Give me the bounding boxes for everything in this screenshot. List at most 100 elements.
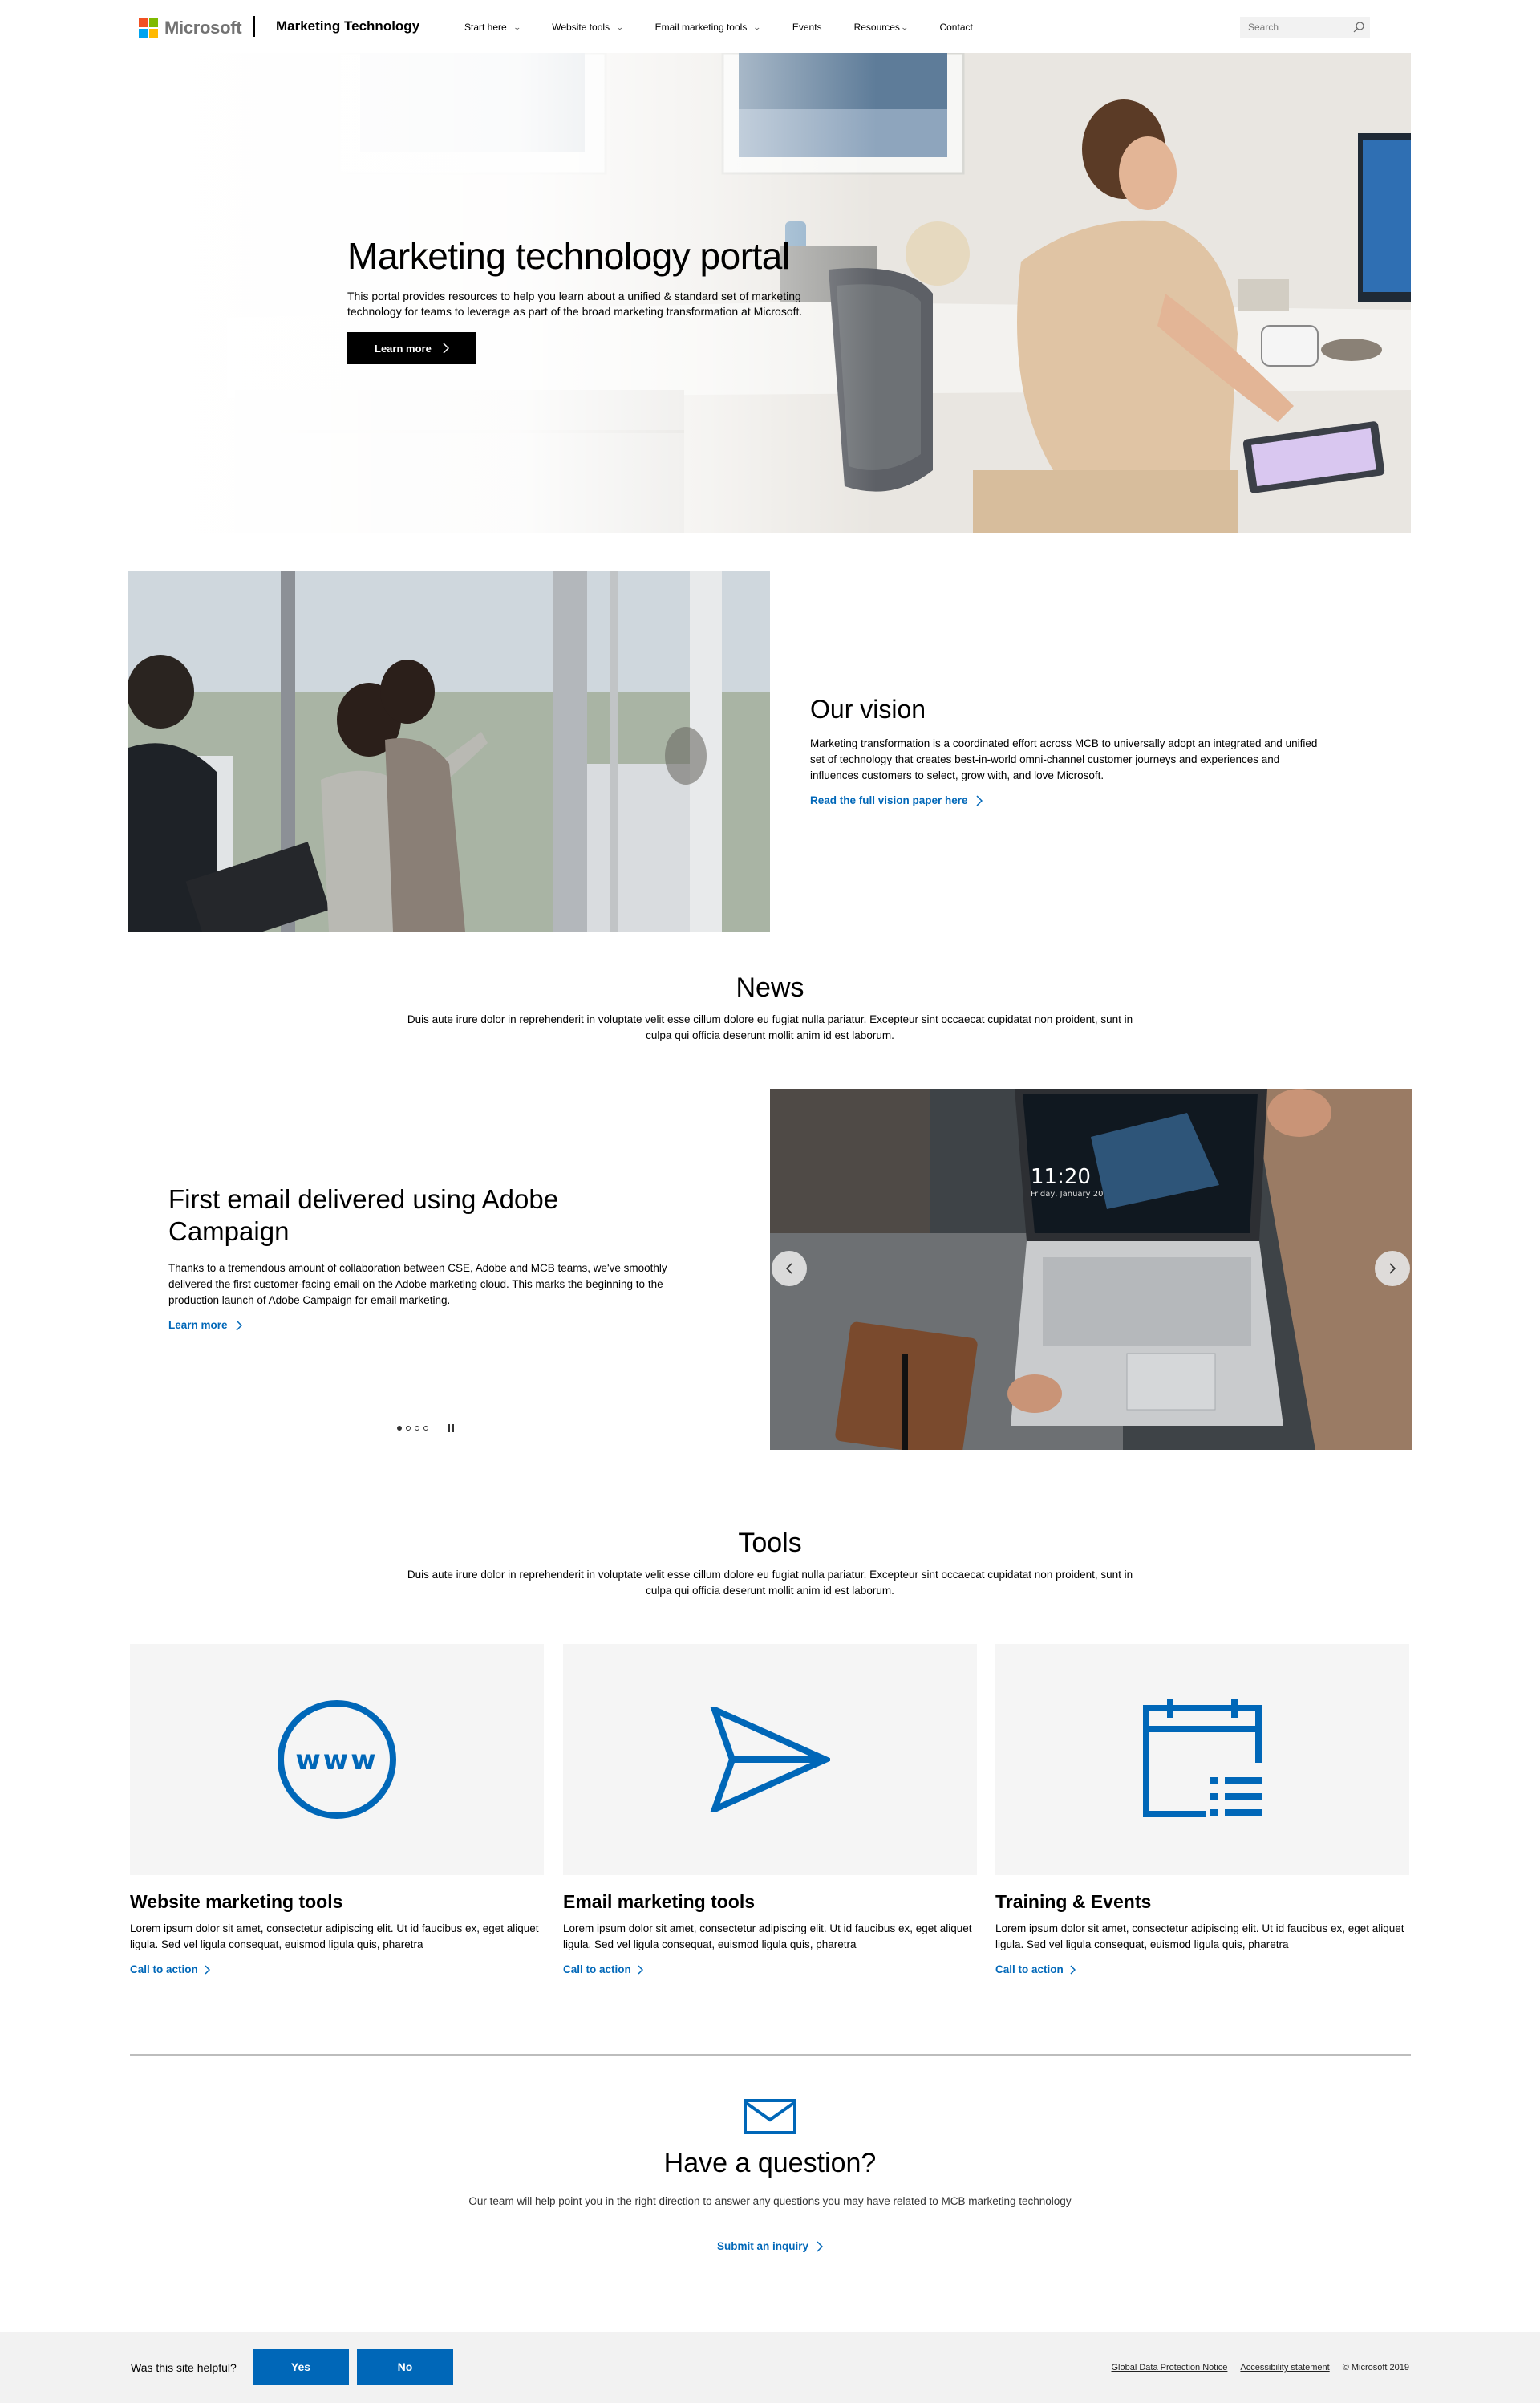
- news-heading-block: News Duis aute irure dolor in reprehende…: [0, 972, 1540, 1044]
- feedback-no-button[interactable]: No: [357, 2349, 453, 2385]
- chevron-down-icon: ⌄: [615, 22, 625, 31]
- nav-label: Email marketing tools: [654, 22, 748, 33]
- feedback-yes-button[interactable]: Yes: [253, 2349, 349, 2385]
- chevron-right-icon: [205, 1964, 210, 1975]
- pause-icon: [448, 1424, 450, 1432]
- chevron-right-icon: [638, 1964, 643, 1975]
- news-intro: Duis aute irure dolor in reprehenderit i…: [407, 1013, 1133, 1041]
- laptop-clock: 11:20: [1031, 1165, 1091, 1189]
- nav-item-contact[interactable]: Contact: [939, 22, 972, 33]
- envelope-icon: [744, 2099, 796, 2134]
- copyright: © Microsoft 2019: [1342, 2363, 1409, 2373]
- tool-tile[interactable]: www: [130, 1644, 544, 1875]
- chevron-right-icon: [443, 343, 449, 354]
- nav-label: Start here: [464, 22, 507, 33]
- news-slide-title: First email delivered using Adobe Campai…: [168, 1184, 559, 1246]
- submit-inquiry-link[interactable]: Submit an inquiry: [717, 2240, 823, 2252]
- carousel-dot[interactable]: [424, 1426, 428, 1431]
- site-header: Microsoft Marketing Technology Start her…: [0, 0, 1540, 53]
- tools-heading-block: Tools Duis aute irure dolor in reprehend…: [0, 1528, 1540, 1599]
- nav-label: Resources: [853, 22, 900, 33]
- feedback-prompt: Was this site helpful?: [131, 2361, 237, 2374]
- site-title[interactable]: Marketing Technology: [276, 18, 419, 35]
- carousel-pause-button[interactable]: [448, 1424, 456, 1432]
- chevron-right-icon: [1389, 1263, 1396, 1274]
- section-divider: [130, 2054, 1411, 2056]
- link-label: Call to action: [563, 1963, 631, 1975]
- www-globe-icon: www: [278, 1700, 396, 1819]
- nav-item-start-here[interactable]: Start here ⌄: [464, 22, 521, 33]
- tool-card-training-events: Training & Events Lorem ipsum dolor sit …: [995, 1644, 1409, 1977]
- link-label: Call to action: [130, 1963, 198, 1975]
- tool-call-to-action[interactable]: Call to action: [563, 1963, 643, 1975]
- vision-team-photo: [128, 571, 770, 932]
- nav-label: Events: [792, 22, 822, 33]
- chevron-right-icon: [1070, 1964, 1076, 1975]
- header-divider: [253, 16, 255, 37]
- hero-title: Marketing technology portal: [347, 235, 790, 277]
- search-box: [1240, 17, 1370, 38]
- nav-label: Website tools: [552, 22, 610, 33]
- tool-description: Lorem ipsum dolor sit amet, consectetur …: [130, 1922, 539, 1950]
- microsoft-logo[interactable]: Microsoft: [139, 18, 242, 39]
- question-block: Have a question? Our team will help poin…: [0, 2099, 1540, 2254]
- pause-icon: [452, 1424, 454, 1432]
- tool-title: Email marketing tools: [563, 1891, 756, 1912]
- nav-item-email-marketing-tools[interactable]: Email marketing tools ⌄: [654, 22, 762, 33]
- hero-content: Marketing technology portal This portal …: [347, 234, 829, 364]
- tool-call-to-action[interactable]: Call to action: [995, 1963, 1076, 1975]
- microsoft-logo-icon: [139, 18, 158, 38]
- link-label: Learn more: [168, 1319, 228, 1331]
- privacy-notice-link[interactable]: Global Data Protection Notice: [1112, 2363, 1228, 2373]
- news-learn-more-link[interactable]: Learn more: [168, 1319, 242, 1331]
- news-laptop-photo: 11:20 Friday, January 20: [770, 1089, 1412, 1450]
- tool-tile[interactable]: [563, 1644, 977, 1875]
- carousel-dot[interactable]: [397, 1426, 402, 1431]
- chevron-left-icon: [786, 1263, 792, 1274]
- carousel-dot[interactable]: [415, 1426, 419, 1431]
- tool-description: Lorem ipsum dolor sit amet, consectetur …: [563, 1922, 972, 1950]
- hero-banner: Marketing technology portal This portal …: [139, 53, 1411, 533]
- tool-tile[interactable]: [995, 1644, 1409, 1875]
- nav-item-resources[interactable]: Resources ⌄: [853, 22, 909, 33]
- www-icon-text: www: [295, 1744, 378, 1776]
- search-icon[interactable]: [1352, 21, 1365, 34]
- chevron-right-icon: [817, 2240, 823, 2252]
- tool-call-to-action[interactable]: Call to action: [130, 1963, 210, 1975]
- hero-description: This portal provides resources to help y…: [347, 290, 803, 318]
- chevron-down-icon: ⌄: [513, 22, 521, 31]
- vision-body: Marketing transformation is a coordinate…: [810, 737, 1318, 781]
- carousel-next-button[interactable]: [1375, 1251, 1410, 1286]
- tools-intro: Duis aute irure dolor in reprehenderit i…: [407, 1569, 1133, 1597]
- vision-read-more-link[interactable]: Read the full vision paper here: [810, 794, 983, 806]
- legal-links: Global Data Protection Notice Accessibil…: [1099, 2363, 1410, 2373]
- carousel-indicators: [397, 1424, 456, 1432]
- search-input[interactable]: [1240, 17, 1352, 38]
- nav-item-website-tools[interactable]: Website tools ⌄: [552, 22, 625, 33]
- nav-label: Contact: [939, 22, 973, 33]
- chevron-right-icon: [236, 1319, 242, 1331]
- calendar-list-icon: [1143, 1699, 1262, 1817]
- link-label: Submit an inquiry: [716, 2240, 808, 2252]
- question-title: Have a question?: [663, 2148, 877, 2178]
- tool-description: Lorem ipsum dolor sit amet, consectetur …: [995, 1922, 1404, 1950]
- tools-heading: Tools: [738, 1528, 802, 1558]
- link-label: Call to action: [995, 1963, 1064, 1975]
- vision-content: Our vision Marketing transformation is a…: [810, 695, 1323, 808]
- tool-card-email: Email marketing tools Lorem ipsum dolor …: [563, 1644, 977, 1977]
- carousel-prev-button[interactable]: [772, 1251, 807, 1286]
- news-slide-content: First email delivered using Adobe Campai…: [168, 1183, 682, 1333]
- vision-title: Our vision: [810, 695, 926, 724]
- site-footer: Was this site helpful? Yes No Global Dat…: [0, 2332, 1540, 2403]
- carousel-dot[interactable]: [406, 1426, 411, 1431]
- news-heading: News: [736, 972, 804, 1003]
- chevron-right-icon: [976, 794, 983, 806]
- button-label: Learn more: [375, 342, 432, 355]
- hero-learn-more-button[interactable]: Learn more: [347, 332, 476, 364]
- tool-card-website: www Website marketing tools Lorem ipsum …: [130, 1644, 544, 1977]
- nav-item-events[interactable]: Events: [792, 22, 822, 33]
- paper-plane-icon: [710, 1707, 830, 1812]
- accessibility-statement-link[interactable]: Accessibility statement: [1240, 2363, 1329, 2373]
- news-slide-body: Thanks to a tremendous amount of collabo…: [168, 1262, 667, 1306]
- brand-name: Microsoft: [164, 18, 242, 38]
